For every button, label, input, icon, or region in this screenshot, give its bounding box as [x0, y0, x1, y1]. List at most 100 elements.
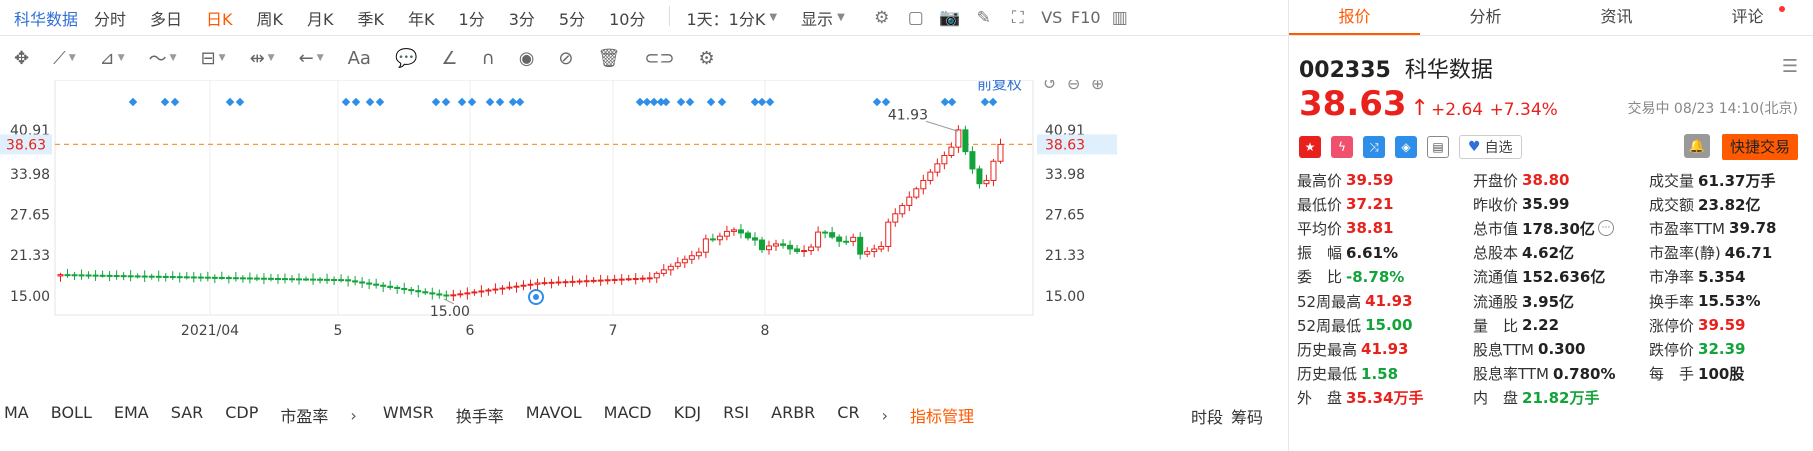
indicator-tab[interactable]: KDJ [674, 403, 702, 427]
line-tool-icon[interactable]: ⟋ ▼ [53, 48, 76, 69]
tab-news[interactable]: 资讯 [1551, 0, 1682, 35]
vs-compare-button[interactable]: VS [1039, 5, 1065, 31]
channel-tool-icon[interactable]: ⊿ ▼ [100, 48, 125, 69]
pen-icon[interactable]: ✎ [971, 5, 997, 31]
fast-trade-button[interactable]: 快捷交易 [1721, 134, 1798, 160]
indicator-tab[interactable]: 市盈率 [280, 403, 328, 427]
menu-icon[interactable]: ☰ [1782, 56, 1798, 77]
candle-body [225, 277, 232, 280]
period-tab[interactable]: 1分 [459, 6, 485, 30]
display-menu[interactable]: 显示 ▼ [801, 6, 845, 30]
indicator-tab[interactable]: CR [837, 403, 859, 427]
move-icon[interactable]: ✥ [14, 48, 29, 69]
document-icon[interactable]: ▤ [1427, 136, 1449, 158]
period-tab[interactable]: 10分 [609, 6, 645, 30]
candle-body [85, 274, 92, 277]
candle-body [345, 279, 352, 282]
chevron-down-icon: ▼ [837, 12, 845, 23]
chevron-right-icon[interactable]: › [882, 406, 888, 425]
magnet-icon[interactable]: ∩ [482, 48, 495, 69]
time-period-link[interactable]: 时段 [1191, 408, 1223, 427]
eye-icon[interactable]: ◉ [519, 48, 535, 69]
margin-trading-icon[interactable]: ϟ [1331, 136, 1353, 158]
price-axis-label-right: 21.33 [1045, 248, 1085, 264]
indicator-tab[interactable]: MACD [604, 403, 652, 427]
period-tab[interactable]: 5分 [559, 6, 585, 30]
interval-select[interactable]: 1天：1分K ▼ [686, 6, 777, 30]
indicator-tab[interactable]: CDP [225, 403, 258, 427]
indicator-tab[interactable]: BOLL [51, 403, 92, 427]
kline-chart-svg[interactable]: 2021/04 5 6 7 840.91 40.9133.98 33.9827.65 27.6… [0, 80, 1287, 405]
zoom-out-icon[interactable]: ⊖ [1067, 80, 1080, 93]
quote-cell: 总市值 178.30亿 ··· [1473, 218, 1649, 239]
period-tab[interactable]: 分时 [94, 6, 126, 30]
kline-chart[interactable]: 2021/04 5 6 7 8 40.91 40.91 33.98 33.98 27.65 27.6… [0, 80, 1287, 405]
candle-body [990, 160, 997, 181]
indicator-tab[interactable]: WMSR [383, 403, 434, 427]
quote-cell: 股息TTM 0.300 [1473, 339, 1649, 360]
candle-body [513, 285, 520, 288]
settings-icon[interactable]: ⚙ [869, 5, 895, 31]
tab-analysis[interactable]: 分析 [1420, 0, 1551, 35]
angle-tool-icon[interactable]: ∠ [441, 48, 457, 69]
candle-body [92, 274, 99, 277]
candle-body [646, 277, 653, 280]
draw-settings-icon[interactable]: ⚙ [699, 48, 715, 69]
candle-body [913, 188, 920, 198]
chevron-right-icon[interactable]: › [350, 406, 356, 425]
china-flag-icon: ★ [1299, 136, 1321, 158]
plot-frame [54, 80, 1034, 316]
candle-body [120, 275, 127, 278]
more-icon[interactable]: ··· [1597, 220, 1614, 237]
period-tab[interactable]: 日K [206, 6, 233, 30]
link-icon[interactable]: ⊂⊃ [644, 48, 674, 69]
zoom-in-icon[interactable]: ⊕ [1091, 80, 1104, 93]
indicator-manage-button[interactable]: 指标管理 [910, 403, 974, 427]
period-tab[interactable]: 周K [257, 6, 284, 30]
indicator-tab[interactable]: 换手率 [456, 403, 504, 427]
bell-icon[interactable]: 🔔 [1684, 134, 1710, 158]
quote-cell: 内 盘 21.82万手 [1473, 387, 1649, 408]
indicator-tab[interactable]: MA [4, 403, 29, 427]
hide-icon[interactable]: ⊘ [558, 48, 573, 69]
candle-body [387, 285, 394, 288]
quote-label: 股息TTM [1473, 340, 1535, 359]
chart-style-icon[interactable]: ▢ [903, 5, 929, 31]
indicator-tab[interactable]: ARBR [771, 403, 815, 427]
high-marker-label: 41.93 [888, 107, 928, 123]
period-tab[interactable]: 多日 [150, 6, 182, 30]
camera-icon[interactable]: 📷 [937, 5, 963, 31]
candle-body [780, 243, 787, 246]
period-tab[interactable]: 3分 [509, 6, 535, 30]
tab-comments[interactable]: 评论 [1682, 0, 1813, 35]
indicator-tab[interactable]: MAVOL [526, 403, 582, 427]
period-tab[interactable]: 月K [307, 6, 334, 30]
indicator-tab[interactable]: EMA [114, 403, 149, 427]
trash-icon[interactable]: 🗑 [598, 48, 621, 69]
measure-tool-icon[interactable]: ⇹ ▼ [250, 48, 275, 69]
adjust-label[interactable]: 前复权 [977, 80, 1022, 93]
arrow-tool-icon[interactable]: ← ▼ [299, 48, 324, 69]
indicator-tab[interactable]: SAR [171, 403, 204, 427]
f10-button[interactable]: F10 [1071, 5, 1101, 31]
tab-quote[interactable]: 报价 [1289, 0, 1420, 35]
event-marker [225, 97, 235, 107]
connect-icon[interactable]: ⤨ [1363, 136, 1385, 158]
candle-body [373, 283, 380, 286]
candle-body [569, 280, 576, 283]
indicator-tab[interactable]: RSI [723, 403, 749, 427]
wave-tool-icon[interactable]: 〜 ▼ [149, 45, 177, 71]
tag-icon[interactable]: ◈ [1395, 136, 1417, 158]
note-tool-icon[interactable]: 💬 [395, 48, 417, 69]
fib-tool-icon[interactable]: ⊟ ▼ [201, 48, 226, 69]
panel-toggle-icon[interactable]: ▥ [1107, 5, 1133, 31]
fullscreen-icon[interactable]: ⛶ [1005, 5, 1031, 31]
chips-link[interactable]: 筹码 [1231, 408, 1263, 427]
period-tab[interactable]: 季K [358, 6, 385, 30]
period-tab[interactable]: 年K [408, 6, 435, 30]
add-favorite-button[interactable]: ♥ 自选 [1459, 135, 1522, 159]
text-tool-icon[interactable]: Aa [348, 48, 371, 69]
candle-body [352, 280, 359, 283]
reset-icon[interactable]: ↺ [1043, 80, 1056, 93]
stock-name-link[interactable]: 科华数据 [14, 6, 78, 30]
